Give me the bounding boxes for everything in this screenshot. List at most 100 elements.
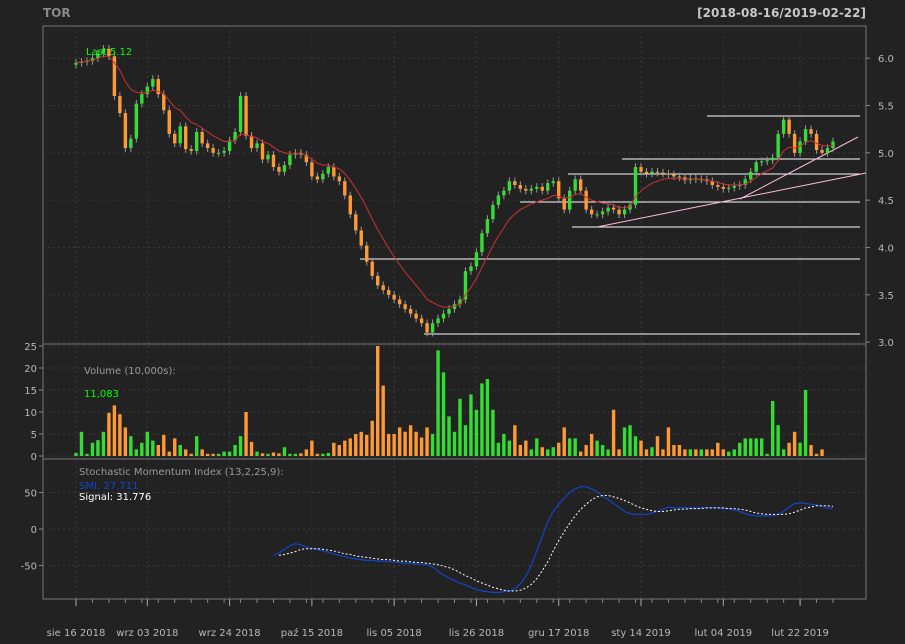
- candle-body: [392, 294, 396, 300]
- candle-body: [803, 129, 808, 142]
- candle-body: [288, 154, 292, 166]
- volume-bar: [216, 453, 221, 456]
- candle-body: [200, 132, 204, 144]
- chart-title: TOR: [43, 6, 71, 20]
- candle-body: [321, 173, 325, 180]
- volume-bar: [759, 438, 764, 456]
- volume-bar: [507, 440, 512, 456]
- candle-body: [194, 132, 199, 151]
- volume-bar: [145, 431, 150, 456]
- candle-body: [749, 171, 753, 180]
- volume-bar: [474, 409, 479, 456]
- volume-bar: [173, 438, 177, 456]
- volume-bar: [123, 427, 128, 456]
- volume-tick-label: 20: [24, 364, 37, 375]
- candle-body: [639, 167, 643, 172]
- volume-bar: [644, 449, 649, 456]
- candle-body: [600, 211, 605, 215]
- volume-bar: [359, 431, 363, 456]
- volume-bar: [447, 416, 451, 456]
- volume-bar: [716, 442, 720, 456]
- candle-body: [655, 171, 660, 173]
- candle-body: [661, 172, 665, 174]
- volume-bar: [321, 453, 325, 456]
- candle-body: [211, 148, 215, 153]
- volume-bar: [403, 431, 407, 456]
- candle-body: [589, 209, 594, 215]
- volume-bar: [255, 451, 259, 456]
- volume-bar: [112, 405, 117, 456]
- volume-bar: [354, 434, 358, 456]
- volume-bar: [249, 441, 254, 456]
- volume-bar: [463, 425, 468, 456]
- candle-body: [326, 167, 331, 174]
- price-tick-label: 3.5: [878, 291, 894, 302]
- candle-body: [376, 275, 380, 286]
- candle-body: [469, 266, 473, 272]
- candle-body: [535, 186, 539, 189]
- volume-bar: [688, 449, 693, 456]
- volume-tick-label: 5: [31, 430, 37, 441]
- volume-bar: [343, 440, 347, 456]
- candle-body: [310, 162, 314, 177]
- price-tick-label: 4.5: [878, 196, 894, 207]
- x-tick-label: sie 16 2018: [47, 628, 106, 639]
- candle-body: [765, 160, 769, 162]
- date-range: [2018-08-16/2019-02-22]: [697, 6, 866, 20]
- candle-body: [227, 140, 232, 151]
- volume-bar: [485, 379, 490, 456]
- candle-body: [814, 133, 819, 150]
- candle-body: [491, 204, 495, 220]
- candle-body: [140, 94, 144, 104]
- volume-bar: [524, 440, 528, 456]
- volume-bar: [162, 434, 166, 456]
- candle-body: [173, 133, 177, 144]
- volume-bar: [140, 442, 144, 456]
- volume-tick-label: 10: [24, 408, 37, 419]
- candle-body: [727, 187, 731, 189]
- volume-bar: [266, 453, 270, 456]
- volume-bar: [271, 452, 276, 456]
- volume-bar: [567, 438, 572, 456]
- candle-body: [578, 179, 583, 191]
- candle-body: [677, 176, 682, 178]
- candle-body: [485, 219, 490, 234]
- x-tick-label: wrz 03 2018: [116, 628, 178, 639]
- volume-bar: [480, 383, 484, 456]
- volume-bar: [304, 449, 309, 456]
- volume-bar: [107, 412, 111, 456]
- last-price-label: Last 5.12: [86, 47, 132, 58]
- volume-bar: [765, 453, 769, 456]
- candle-body: [441, 313, 446, 319]
- candle-body: [419, 318, 424, 324]
- candle-body: [546, 183, 550, 191]
- volume-bar: [332, 442, 336, 456]
- candle-body: [189, 149, 193, 151]
- candle-body: [611, 207, 616, 210]
- candle-body: [584, 190, 588, 210]
- volume-bar: [781, 449, 786, 456]
- volume-bar: [277, 453, 281, 456]
- volume-bar: [238, 436, 243, 456]
- volume-bar: [540, 447, 544, 456]
- volume-bar: [809, 445, 813, 456]
- volume-bar: [557, 442, 561, 456]
- candle-body: [205, 143, 210, 149]
- candle-body: [518, 185, 523, 189]
- candle-body: [436, 318, 440, 324]
- candle-body: [222, 150, 226, 153]
- candle-body: [403, 304, 407, 309]
- candle-body: [524, 188, 528, 191]
- volume-bar: [787, 442, 791, 456]
- volume-bar: [551, 447, 555, 456]
- volume-bar: [260, 453, 265, 456]
- volume-bar: [776, 425, 780, 456]
- x-tick-label: sty 14 2019: [611, 628, 671, 639]
- volume-bar: [562, 427, 566, 456]
- candle-body: [831, 141, 835, 149]
- volume-bar: [101, 431, 106, 456]
- volume-bar: [546, 449, 550, 456]
- candle-body: [480, 233, 484, 253]
- volume-bar: [518, 445, 523, 456]
- x-tick-label: paź 15 2018: [281, 627, 343, 639]
